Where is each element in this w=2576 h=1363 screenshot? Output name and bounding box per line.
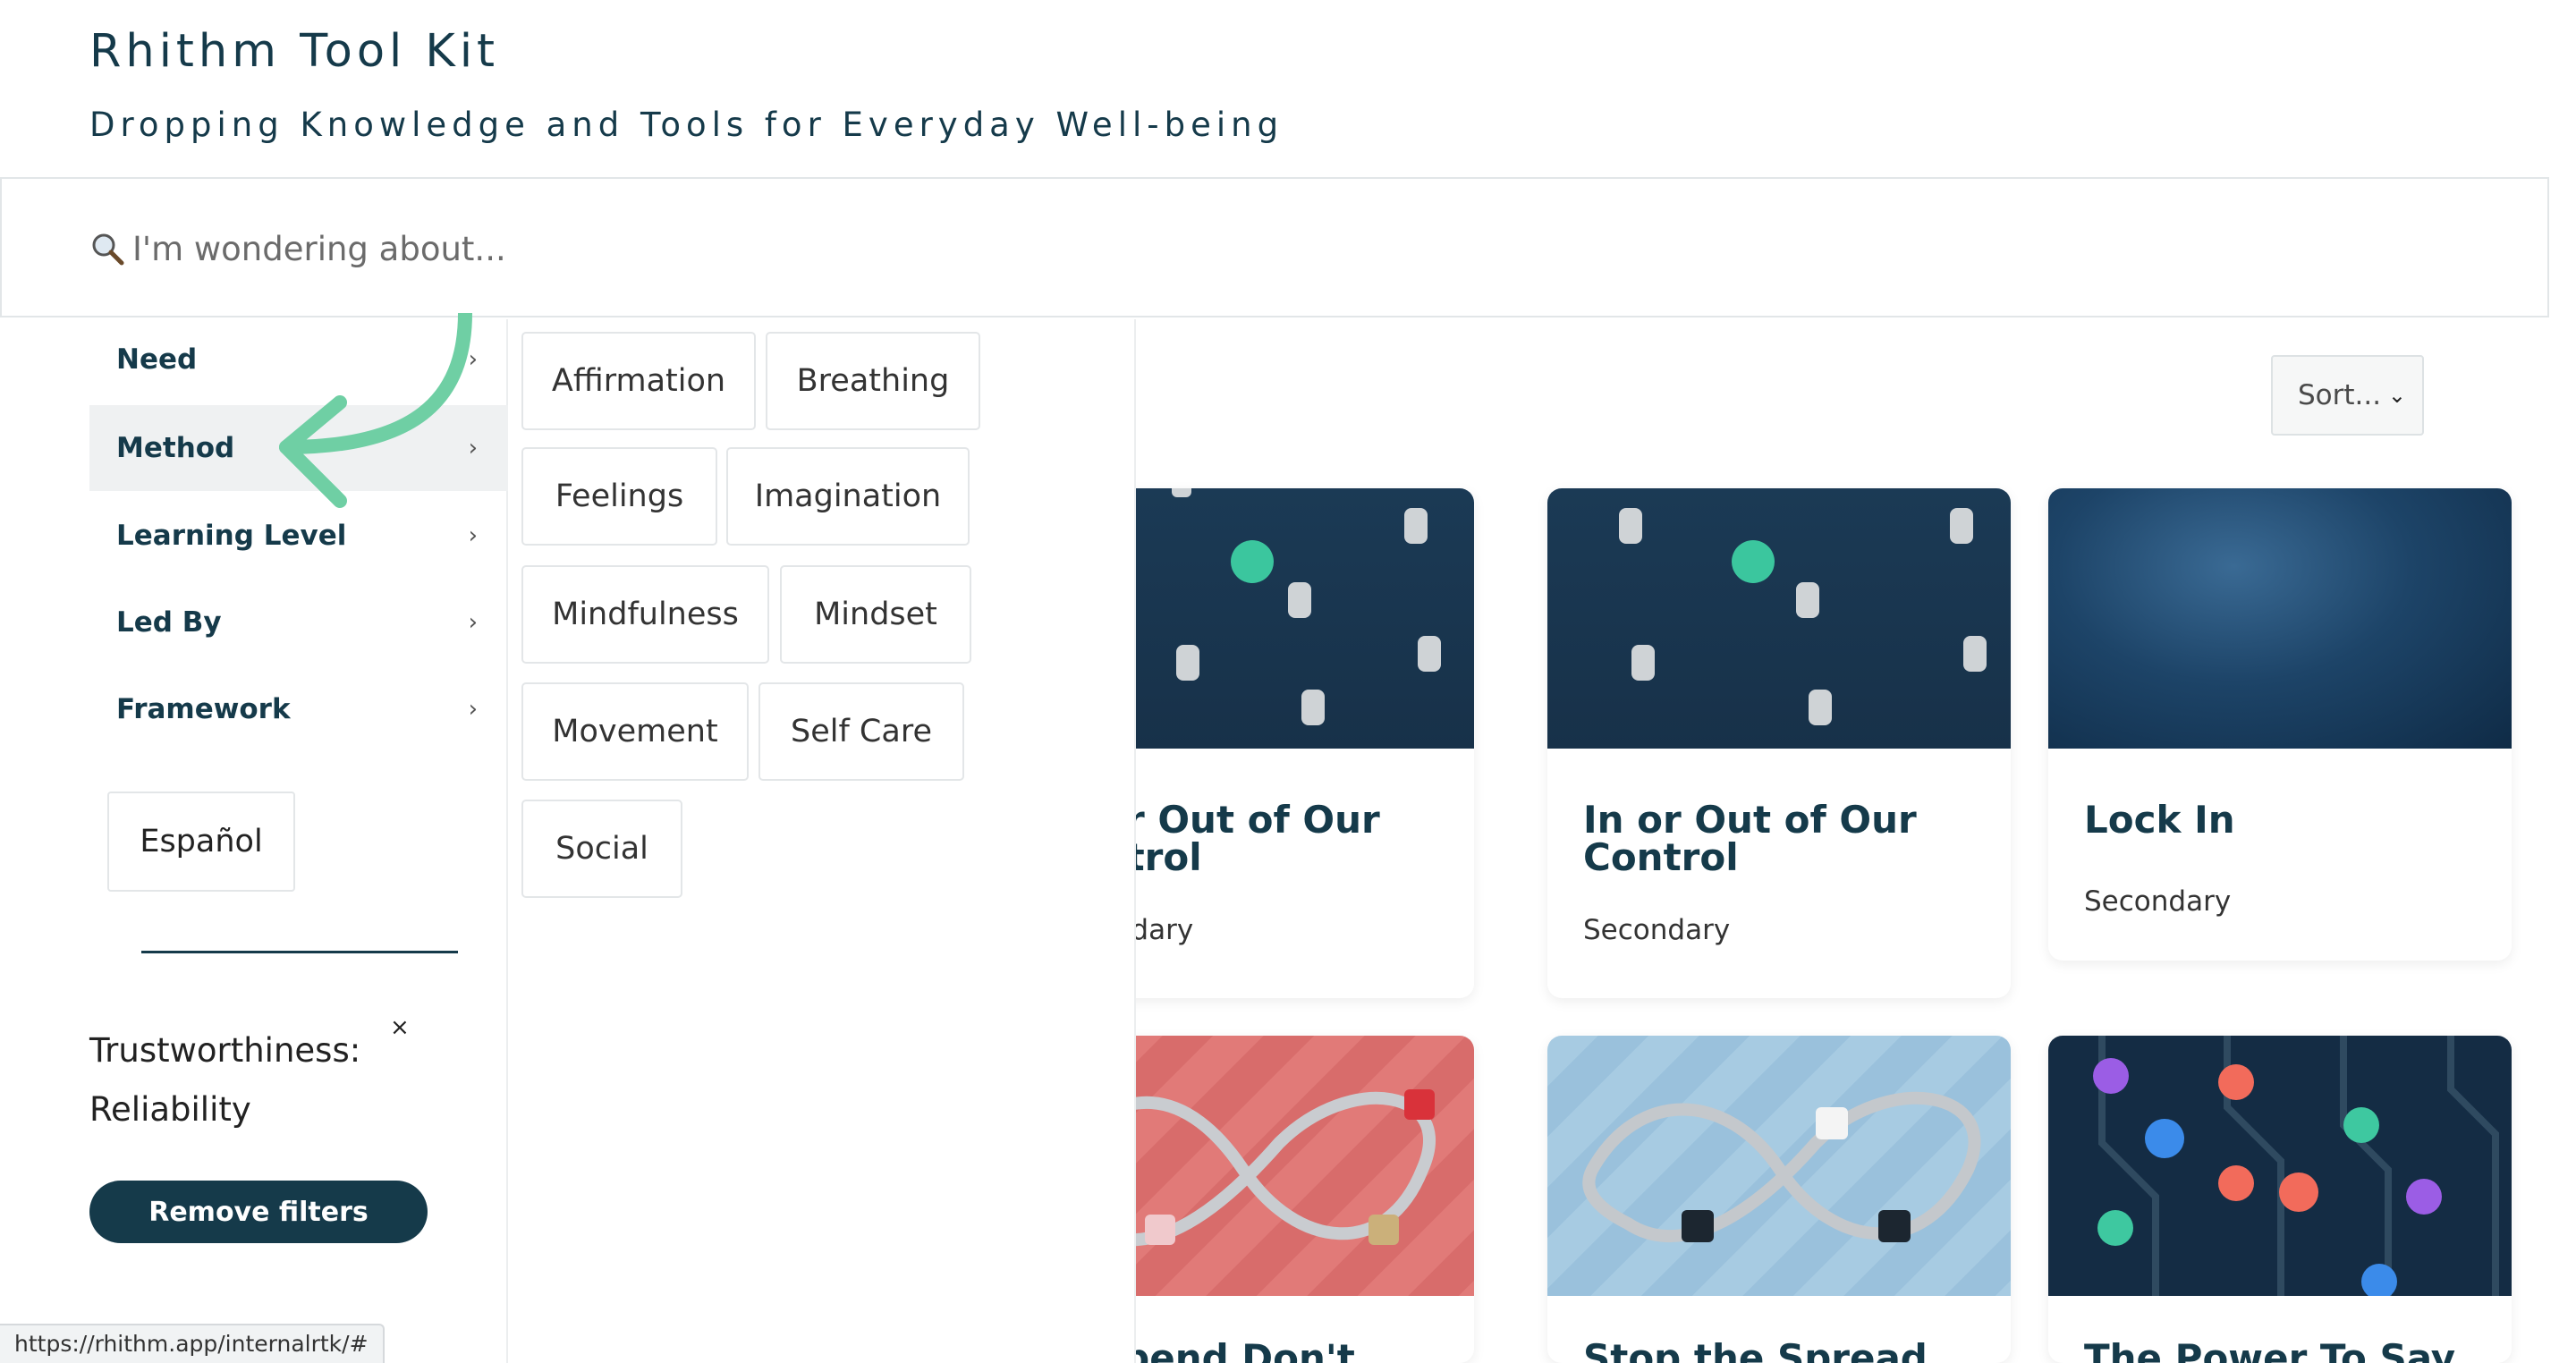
- chip-mindset[interactable]: Mindset: [780, 565, 971, 664]
- filter-label: Need: [116, 343, 198, 376]
- chip-social[interactable]: Social: [521, 800, 682, 898]
- chip-mindfulness[interactable]: Mindfulness: [521, 565, 769, 664]
- card-image: [1547, 1036, 2011, 1296]
- chip-breathing[interactable]: Breathing: [766, 332, 980, 430]
- card-image: [2048, 1036, 2512, 1296]
- filter-label: Framework: [116, 693, 291, 725]
- filter-label: Method: [116, 432, 235, 464]
- card-level: Secondary: [2084, 885, 2232, 918]
- search-icon: [92, 233, 124, 266]
- divider: [141, 951, 458, 953]
- filter-item-led-by[interactable]: Led By ›: [89, 580, 508, 665]
- sort-select[interactable]: Sort... ⌄: [2271, 355, 2424, 436]
- chevron-down-icon: ⌄: [2387, 383, 2406, 408]
- method-submenu: Affirmation Breathing Feelings Imaginati…: [508, 319, 1136, 1363]
- resource-card[interactable]: The Power To Say: [2048, 1036, 2512, 1363]
- chevron-right-icon: ›: [468, 609, 478, 636]
- search-bar[interactable]: [0, 177, 2549, 317]
- language-button[interactable]: Español: [107, 792, 295, 892]
- pointer-arrow-icon: [279, 313, 472, 508]
- filter-item-framework[interactable]: Framework ›: [89, 666, 508, 752]
- app-subtitle: Dropping Knowledge and Tools for Everyda…: [89, 106, 1284, 144]
- filter-label: Learning Level: [116, 520, 347, 552]
- card-image: [2048, 488, 2512, 749]
- chip-imagination[interactable]: Imagination: [726, 447, 970, 546]
- app-title: Rhithm Tool Kit: [89, 25, 500, 78]
- chevron-right-icon: ›: [468, 696, 478, 723]
- resource-card[interactable]: Lock In Secondary: [2048, 488, 2512, 961]
- chip-feelings[interactable]: Feelings: [521, 447, 717, 546]
- status-bar-url: https://rhithm.app/internalrtk/#: [0, 1324, 385, 1363]
- chip-affirmation[interactable]: Affirmation: [521, 332, 756, 430]
- card-title: The Power To Say: [2084, 1336, 2456, 1363]
- card-image: [1547, 488, 2011, 749]
- card-title: Lock In: [2084, 798, 2235, 842]
- sort-select-value: Sort...: [2298, 379, 2382, 411]
- active-filter-name: Trustworthiness:: [89, 1031, 361, 1070]
- chevron-right-icon: ›: [468, 522, 478, 549]
- search-input[interactable]: [132, 215, 2458, 283]
- remove-filters-button[interactable]: Remove filters: [89, 1181, 428, 1243]
- card-level: Secondary: [1583, 914, 1731, 946]
- resource-card[interactable]: In or Out of Our Control Secondary: [1547, 488, 2011, 998]
- chip-movement[interactable]: Movement: [521, 682, 749, 781]
- resource-card[interactable]: Stop the Spread: [1547, 1036, 2011, 1363]
- filter-label: Led By: [116, 606, 222, 639]
- chip-self-care[interactable]: Self Care: [758, 682, 964, 781]
- close-icon[interactable]: ×: [390, 1014, 410, 1041]
- active-filter: Trustworthiness: Reliability: [89, 1021, 429, 1139]
- card-title: In or Out of Our Control: [1583, 798, 1917, 879]
- active-filter-value: Reliability: [89, 1090, 251, 1129]
- card-title: Stop the Spread: [1583, 1336, 1928, 1363]
